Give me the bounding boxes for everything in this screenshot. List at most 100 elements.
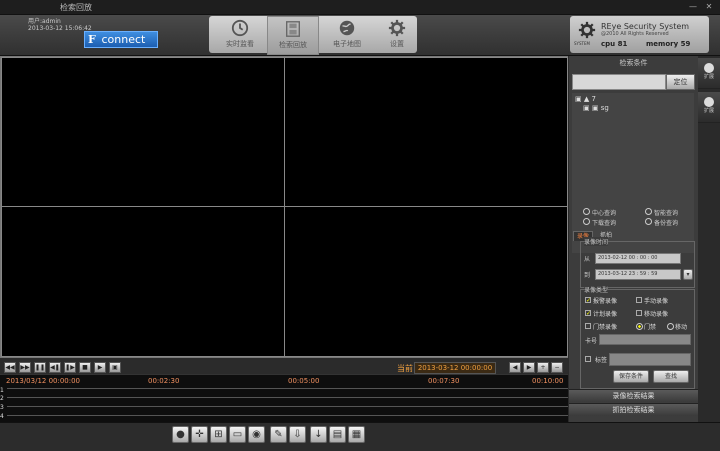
zoom-out-button[interactable]: − xyxy=(551,362,563,373)
radio-label: 中心查询 xyxy=(592,210,617,217)
stop-button[interactable]: ■ xyxy=(79,362,91,373)
record-icon[interactable]: ● xyxy=(172,426,189,443)
minimize-button[interactable]: — xyxy=(688,2,698,12)
grid-layout-icon[interactable]: ⊞ xyxy=(210,426,227,443)
checkbox-plan[interactable]: ✓ xyxy=(585,310,591,317)
checkbox-alarm[interactable]: ✓ xyxy=(585,297,591,304)
nav-emap[interactable]: 电子地图 xyxy=(322,16,372,53)
fast-forward-button[interactable]: ▶▶ xyxy=(19,362,31,373)
to-label: 到 xyxy=(584,272,591,279)
panel-header: 检索条件 xyxy=(619,59,648,67)
download-icon[interactable]: ↓ xyxy=(310,426,327,443)
memory-usage: memory 59 xyxy=(646,40,691,48)
login-time: 2013-03-12 15:06:42 xyxy=(28,25,92,32)
expand-button-1[interactable]: 扩展 xyxy=(698,58,720,89)
to-datetime[interactable]: 2013-03-12 23 : 59 : 59 xyxy=(595,269,681,280)
close-button[interactable]: ✕ xyxy=(704,2,714,12)
timeline-row-label: 3 xyxy=(0,404,4,411)
radio-label: 下载查询 xyxy=(592,220,617,227)
from-datetime[interactable]: 2013-02-12 00 : 00 : 00 xyxy=(595,253,681,264)
connect-button[interactable]: F connect xyxy=(84,31,158,48)
radio-download-query[interactable] xyxy=(583,218,590,225)
nav-label: 电子地图 xyxy=(333,40,361,48)
export-icon[interactable]: ⇩ xyxy=(289,426,306,443)
timeline[interactable]: 2013/03/12 00:00:00 00:02:30 00:05:00 00… xyxy=(0,374,568,423)
nav-live-view[interactable]: 实时监看 xyxy=(215,16,265,53)
system-copyright: @2010 All Rights Reserved xyxy=(601,31,669,37)
video-cell-1[interactable] xyxy=(1,57,285,207)
save-condition-button[interactable]: 保存条件 xyxy=(613,370,649,383)
radio-backup-query[interactable] xyxy=(645,218,652,225)
next-button[interactable]: ▶ xyxy=(523,362,535,373)
record-results-bar[interactable]: 录像检索结果 xyxy=(569,389,698,402)
system-info: SYSTEM REye Security System @2010 All Ri… xyxy=(570,16,709,53)
step-back-button[interactable]: ◀❚ xyxy=(49,362,61,373)
checkbox-label: 门禁录像 xyxy=(593,324,618,331)
connect-label: connect xyxy=(101,33,146,46)
radio-smart-query[interactable] xyxy=(645,208,652,215)
record-time-group: 录像时间 从 2013-02-12 00 : 00 : 00 到 2013-03… xyxy=(580,237,695,288)
video-cell-3[interactable] xyxy=(1,206,285,357)
timeline-tick: 00:07:30 xyxy=(428,377,460,385)
eraser-icon[interactable]: ✎ xyxy=(270,426,287,443)
device-tree: ▣ ▲ 7 ▣ ▣ sg xyxy=(572,93,694,253)
radio-door[interactable] xyxy=(636,323,643,330)
current-time-label: 当前 xyxy=(397,364,413,373)
prev-button[interactable]: ◀ xyxy=(509,362,521,373)
playback-controls: ◀◀ ▶▶ ❚❚ ◀❚ ❚▶ ■ ▶ ▣ 当前 2013-03-12 00:00… xyxy=(0,360,568,374)
title-bar: 检索回放 — ✕ xyxy=(0,0,720,15)
tree-node[interactable]: ▣ ▣ sg xyxy=(583,104,609,112)
nav-label: 实时监看 xyxy=(226,40,254,48)
timeline-divider xyxy=(7,415,568,416)
zoom-in-button[interactable]: + xyxy=(537,362,549,373)
rewind-button[interactable]: ◀◀ xyxy=(4,362,16,373)
tag-label: 标签 xyxy=(595,357,608,364)
expand-icon xyxy=(704,63,714,73)
main-nav: 实时监看 检索回放 电子地图 设置 xyxy=(209,16,417,55)
video-grid xyxy=(0,56,568,358)
tag-input[interactable] xyxy=(609,353,691,366)
window-title: 检索回放 xyxy=(60,3,92,12)
monitor-icon[interactable]: ▭ xyxy=(229,426,246,443)
login-user: 用户:admin xyxy=(28,18,61,25)
snapshot-results-bar[interactable]: 抓拍检索结果 xyxy=(569,403,698,416)
expand-label: 扩展 xyxy=(703,108,714,114)
locate-button[interactable]: 定位 xyxy=(666,74,695,90)
step-forward-button[interactable]: ❚▶ xyxy=(64,362,76,373)
cpu-usage: cpu 81 xyxy=(601,40,628,48)
camera-icon[interactable]: ◉ xyxy=(248,426,265,443)
radio-other[interactable] xyxy=(667,323,674,330)
timeline-row-label: 1 xyxy=(0,387,4,394)
search-button[interactable]: 查找 xyxy=(653,370,689,383)
crosshair-icon[interactable]: ✛ xyxy=(191,426,208,443)
tree-node[interactable]: ▣ ▲ 7 xyxy=(575,95,596,103)
expand-button-2[interactable]: 扩展 xyxy=(698,92,720,123)
nav-playback[interactable]: 检索回放 xyxy=(267,16,319,55)
checkbox-motion[interactable] xyxy=(636,310,642,316)
folder-icon: ▣ ▲ xyxy=(575,95,592,103)
gear-icon xyxy=(388,19,406,37)
checkbox-manual[interactable] xyxy=(636,297,642,303)
globe-icon xyxy=(339,20,355,36)
film-icon xyxy=(286,21,300,37)
timeline-tick: 00:10:00 xyxy=(532,377,564,385)
snapshot-button[interactable]: ▣ xyxy=(109,362,121,373)
checkbox-tag[interactable] xyxy=(585,356,591,362)
radio-center-query[interactable] xyxy=(583,208,590,215)
group-title: 录像类型 xyxy=(584,285,609,294)
video-cell-2[interactable] xyxy=(284,57,568,207)
print-icon[interactable]: ▤ xyxy=(329,426,346,443)
current-time-field[interactable]: 2013-03-12 00:00:00 xyxy=(414,362,496,374)
search-input[interactable] xyxy=(572,74,666,90)
search-panel: 检索条件 定位 ▣ ▲ 7 ▣ ▣ sg 中心查询 智能查询 下载查询 备份查询… xyxy=(569,56,698,422)
timeline-row-label: 2 xyxy=(0,395,4,402)
play-button[interactable]: ▶ xyxy=(94,362,106,373)
pause-button[interactable]: ❚❚ xyxy=(34,362,46,373)
nav-settings[interactable]: 设置 xyxy=(372,16,422,53)
card-number-input[interactable] xyxy=(599,334,691,345)
timeline-row-label: 4 xyxy=(0,413,4,420)
calendar-dropdown-icon[interactable]: ▾ xyxy=(683,269,693,280)
clapper-icon[interactable]: ▦ xyxy=(348,426,365,443)
checkbox-door[interactable] xyxy=(585,323,591,329)
video-cell-4[interactable] xyxy=(284,206,568,357)
